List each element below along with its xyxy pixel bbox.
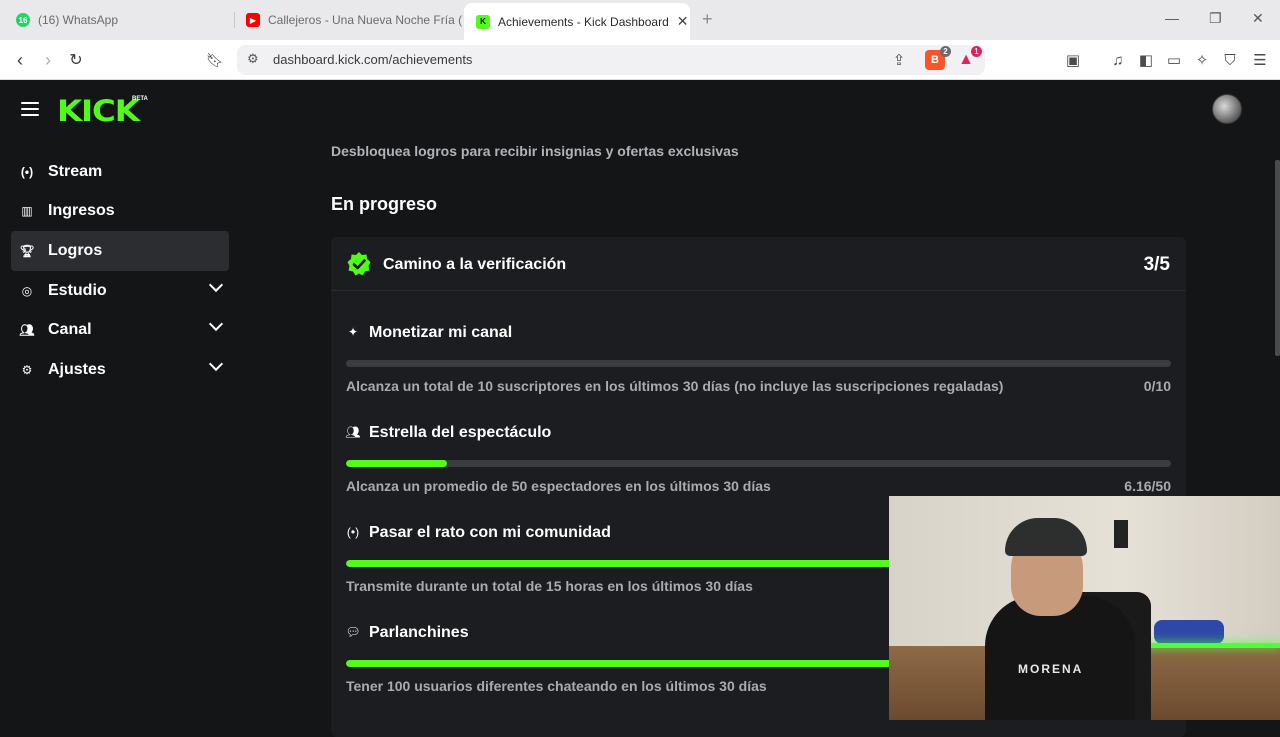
gear-icon: ⚙ bbox=[21, 362, 33, 377]
restore-button[interactable]: ❐ bbox=[1209, 10, 1222, 27]
achievement-description: Alcanza un promedio de 50 espectadores e… bbox=[346, 478, 771, 494]
achievement-description: Alcanza un total de 10 suscriptores en l… bbox=[346, 378, 1004, 394]
sidebar-item-label: Logros bbox=[48, 241, 103, 259]
sidebar-item-logros[interactable]: 🏆︎ Logros bbox=[11, 231, 229, 271]
viewers-icon: 👥︎ bbox=[345, 425, 361, 439]
new-tab-button[interactable]: + bbox=[702, 9, 713, 30]
achievement-title: Estrella del espectáculo bbox=[369, 424, 552, 441]
users-icon: 👥︎ bbox=[19, 323, 35, 338]
sidebar-item-label: Ingresos bbox=[48, 202, 115, 220]
reload-button[interactable]: ↻ bbox=[65, 49, 87, 71]
wallet-icon[interactable]: ▭ bbox=[1164, 50, 1184, 70]
webcam-shirt-text: MORENA bbox=[1018, 662, 1084, 676]
sidebar-item-label: Stream bbox=[48, 162, 103, 180]
site-settings-icon[interactable]: ⚙ bbox=[247, 51, 259, 67]
chevron-down-icon[interactable] bbox=[208, 277, 224, 292]
chevron-down-icon[interactable] bbox=[208, 317, 224, 332]
brave-rewards-icon[interactable]: ▲ 1 bbox=[956, 46, 982, 70]
minimize-button[interactable]: — bbox=[1165, 10, 1179, 26]
card-header[interactable]: Camino a la verificación 3/5 bbox=[331, 237, 1186, 291]
kick-logo[interactable]: KICK bbox=[57, 94, 140, 128]
vpn-shield-icon[interactable]: ⛉ bbox=[1220, 50, 1240, 70]
kick-icon: K bbox=[476, 14, 490, 29]
whatsapp-icon: 16 bbox=[16, 13, 30, 27]
sidebar-item-stream[interactable]: (•) Stream bbox=[11, 152, 229, 192]
chevron-down-icon[interactable] bbox=[208, 356, 224, 372]
sidebar-nav: (•) Stream ▥ Ingresos 🏆︎ Logros ◎ Estudi… bbox=[11, 152, 229, 390]
section-title: En progreso bbox=[331, 194, 438, 214]
webcam-overlay: MORENA bbox=[889, 496, 1280, 720]
achievement-title: Parlanchines bbox=[369, 624, 469, 641]
media-icon[interactable]: ♫ bbox=[1108, 50, 1128, 70]
tab-youtube[interactable]: ▶ Callejeros - Una Nueva Noche Fría (V bbox=[234, 0, 462, 40]
menu-icon[interactable]: ☰ bbox=[1250, 50, 1270, 70]
tab-title: Callejeros - Una Nueva Noche Fría (V bbox=[268, 13, 462, 27]
sidebar-item-label: Estudio bbox=[48, 281, 107, 299]
page-scrollbar[interactable] bbox=[1275, 160, 1280, 356]
leo-ai-icon[interactable]: ✧ bbox=[1192, 50, 1212, 70]
progress-bar bbox=[346, 460, 1171, 467]
forward-button[interactable]: › bbox=[37, 49, 59, 71]
avatar[interactable] bbox=[1212, 94, 1242, 124]
close-tab-icon[interactable]: ✕ bbox=[677, 13, 689, 30]
achievement-description: Tener 100 usuarios diferentes chateando … bbox=[346, 678, 767, 694]
studio-icon: ◎ bbox=[21, 283, 33, 298]
broadcast-icon: (•) bbox=[346, 525, 360, 539]
url-bar[interactable]: ⚙ dashboard.kick.com/achievements ⇪ B2 ▲… bbox=[237, 45, 985, 75]
sidebar-item-label: Canal bbox=[48, 321, 92, 339]
beta-badge: BETA bbox=[132, 96, 148, 102]
reader-mode-icon[interactable]: ▣ bbox=[1063, 50, 1083, 70]
verified-badge-icon bbox=[347, 252, 371, 276]
achievement-value: 0/10 bbox=[1143, 378, 1171, 394]
sidebar-item-canal[interactable]: 👥︎ Canal bbox=[11, 310, 229, 350]
sidebar-item-estudio[interactable]: ◎ Estudio bbox=[11, 271, 229, 311]
share-icon[interactable]: ⇪ bbox=[889, 50, 909, 70]
card-title: Camino a la verificación bbox=[383, 256, 567, 273]
rewards-count-badge: 1 bbox=[971, 46, 982, 57]
youtube-icon: ▶ bbox=[246, 13, 260, 27]
browser-tab-bar: 16 (16) WhatsApp ▶ Callejeros - Una Nuev… bbox=[0, 0, 1280, 40]
sparkle-icon: ✦ bbox=[347, 325, 359, 339]
sidebar-item-ingresos[interactable]: ▥ Ingresos bbox=[11, 192, 229, 232]
sidebar-item-label: Ajustes bbox=[48, 360, 106, 378]
hamburger-menu-icon[interactable] bbox=[21, 102, 39, 116]
webcam-poster bbox=[1114, 520, 1128, 548]
trophy-icon: 🏆︎ bbox=[19, 243, 35, 258]
url-text[interactable]: dashboard.kick.com/achievements bbox=[273, 52, 472, 67]
tab-title: (16) WhatsApp bbox=[38, 13, 119, 27]
progress-bar bbox=[346, 360, 1171, 367]
achievement-description: Transmite durante un total de 15 horas e… bbox=[346, 578, 753, 594]
tab-kick-dashboard[interactable]: K Achievements - Kick Dashboard ✕ bbox=[464, 3, 690, 40]
chat-icon: 💬︎ bbox=[345, 625, 361, 639]
webcam-blue-object bbox=[1154, 620, 1224, 644]
page-subtitle: Desbloquea logros para recibir insignias… bbox=[331, 143, 739, 159]
achievement-value: 6.16/50 bbox=[1124, 478, 1171, 494]
achievement-title: Pasar el rato con mi comunidad bbox=[369, 524, 611, 541]
chart-icon: ▥ bbox=[21, 204, 33, 219]
browser-toolbar: ‹ › ↻ 🔖︎ ⚙ dashboard.kick.com/achievemen… bbox=[0, 40, 1280, 80]
broadcast-icon: (•) bbox=[20, 164, 34, 179]
brave-shields-icon[interactable]: B2 bbox=[925, 46, 951, 70]
tab-title: Achievements - Kick Dashboard bbox=[498, 14, 669, 29]
bookmark-icon[interactable]: 🔖︎ bbox=[204, 49, 226, 71]
sidebar-item-ajustes[interactable]: ⚙ Ajustes bbox=[11, 350, 229, 390]
close-window-button[interactable]: ✕ bbox=[1252, 10, 1264, 27]
card-progress-count: 3/5 bbox=[1143, 254, 1170, 275]
back-button[interactable]: ‹ bbox=[9, 49, 31, 71]
webcam-led-strip bbox=[1144, 643, 1280, 648]
progress-fill bbox=[346, 460, 448, 467]
shields-count-badge: 2 bbox=[940, 46, 951, 57]
achievement-title: Monetizar mi canal bbox=[369, 324, 513, 341]
sidebar-toggle-icon[interactable]: ◧ bbox=[1136, 50, 1156, 70]
tab-whatsapp[interactable]: 16 (16) WhatsApp bbox=[4, 0, 232, 40]
